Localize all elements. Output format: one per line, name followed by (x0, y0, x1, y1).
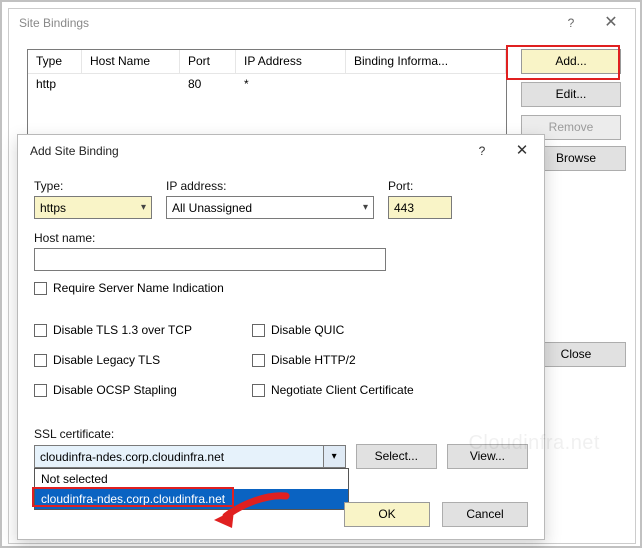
ssl-cert-dropdown: Not selected cloudinfra-ndes.corp.cloudi… (34, 468, 349, 510)
checkbox-icon (252, 354, 265, 367)
add-dialog-title: Add Site Binding (30, 144, 462, 158)
col-ip[interactable]: IP Address (236, 50, 346, 73)
chevron-down-icon[interactable]: ▾ (323, 446, 345, 467)
cell-bind (346, 74, 506, 96)
ssl-option-cloudinfra[interactable]: cloudinfra-ndes.corp.cloudinfra.net (35, 489, 348, 509)
watermark: Cloudinfra.net (468, 432, 600, 455)
tls13-label: Disable TLS 1.3 over TCP (53, 323, 192, 337)
grid-header: Type Host Name Port IP Address Binding I… (28, 50, 506, 74)
ocsp-checkbox[interactable]: Disable OCSP Stapling (34, 383, 192, 397)
type-label: Type: (34, 179, 152, 193)
checkbox-icon (34, 354, 47, 367)
table-row[interactable]: http 80 * (28, 74, 506, 96)
add-site-binding-dialog: Add Site Binding ? ✕ Type: https ▾ IP ad… (17, 134, 545, 540)
ip-value: All Unassigned (172, 201, 252, 215)
page-title: Site Bindings (19, 16, 551, 30)
ssl-cert-label: SSL certificate: (34, 427, 528, 441)
negcert-label: Negotiate Client Certificate (271, 383, 414, 397)
type-value: https (40, 201, 66, 215)
site-bindings-titlebar: Site Bindings ? ✕ (9, 9, 635, 37)
col-port[interactable]: Port (180, 50, 236, 73)
cell-type: http (28, 74, 82, 96)
checkbox-icon (252, 324, 265, 337)
checkbox-icon (34, 282, 47, 295)
ssl-option-not-selected[interactable]: Not selected (35, 469, 348, 489)
legacy-tls-checkbox[interactable]: Disable Legacy TLS (34, 353, 192, 367)
hostname-input[interactable] (34, 248, 386, 271)
help-icon[interactable]: ? (551, 9, 591, 37)
port-value: 443 (394, 201, 414, 215)
checkbox-icon (34, 384, 47, 397)
http2-checkbox[interactable]: Disable HTTP/2 (252, 353, 414, 367)
checkbox-icon (34, 324, 47, 337)
http2-label: Disable HTTP/2 (271, 353, 356, 367)
cell-port: 80 (180, 74, 236, 96)
add-dialog-titlebar: Add Site Binding ? ✕ (18, 135, 544, 167)
ocsp-label: Disable OCSP Stapling (53, 383, 177, 397)
ip-combo[interactable]: All Unassigned ▾ (166, 196, 374, 219)
col-type[interactable]: Type (28, 50, 82, 73)
port-label: Port: (388, 179, 452, 193)
add-button[interactable]: Add... (521, 49, 621, 74)
chevron-down-icon: ▾ (363, 202, 368, 213)
edit-button[interactable]: Edit... (521, 82, 621, 107)
port-input[interactable]: 443 (388, 196, 452, 219)
cancel-button[interactable]: Cancel (442, 502, 528, 527)
ssl-cert-combo[interactable]: cloudinfra-ndes.corp.cloudinfra.net ▾ No… (34, 445, 346, 468)
legacy-label: Disable Legacy TLS (53, 353, 160, 367)
cell-ip: * (236, 74, 346, 96)
select-button[interactable]: Select... (356, 444, 437, 469)
tls13-checkbox[interactable]: Disable TLS 1.3 over TCP (34, 323, 192, 337)
hostname-label: Host name: (34, 231, 528, 245)
sni-label: Require Server Name Indication (53, 281, 224, 295)
quic-checkbox[interactable]: Disable QUIC (252, 323, 414, 337)
quic-label: Disable QUIC (271, 323, 344, 337)
cell-host (82, 74, 180, 96)
negcert-checkbox[interactable]: Negotiate Client Certificate (252, 383, 414, 397)
checkbox-icon (252, 384, 265, 397)
chevron-down-icon: ▾ (141, 202, 146, 213)
col-host[interactable]: Host Name (82, 50, 180, 73)
type-combo[interactable]: https ▾ (34, 196, 152, 219)
help-icon[interactable]: ? (462, 135, 502, 167)
close-icon[interactable]: ✕ (502, 135, 542, 167)
sni-checkbox[interactable]: Require Server Name Indication (34, 281, 528, 295)
ssl-cert-value: cloudinfra-ndes.corp.cloudinfra.net (35, 450, 323, 464)
ip-label: IP address: (166, 179, 374, 193)
col-bind[interactable]: Binding Informa... (346, 50, 506, 73)
ok-button[interactable]: OK (344, 502, 430, 527)
close-icon[interactable]: ✕ (591, 9, 631, 37)
